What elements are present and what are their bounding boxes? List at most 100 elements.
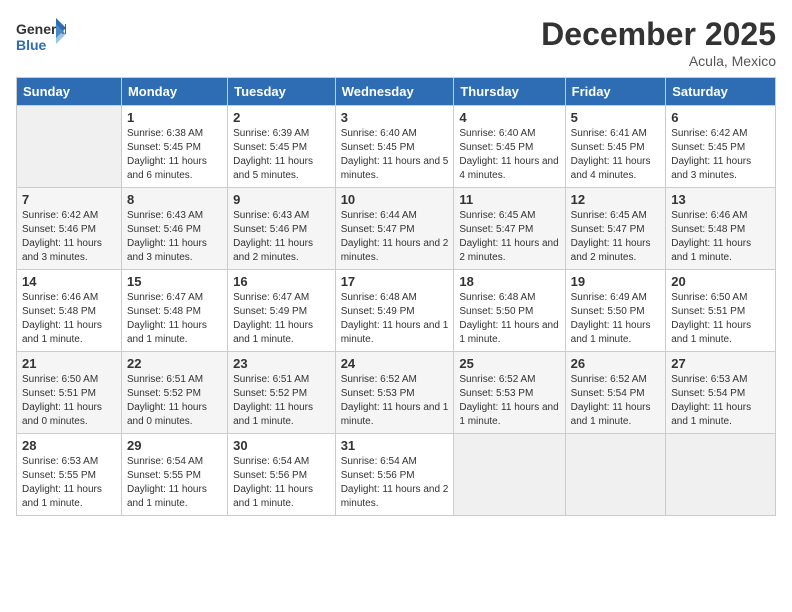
col-sunday: Sunday bbox=[17, 78, 122, 106]
calendar-cell: 17 Sunrise: 6:48 AMSunset: 5:49 PMDayligh… bbox=[335, 270, 454, 352]
calendar-cell: 10 Sunrise: 6:44 AMSunset: 5:47 PMDayligh… bbox=[335, 188, 454, 270]
day-info: Sunrise: 6:54 AMSunset: 5:56 PMDaylight:… bbox=[233, 455, 330, 511]
day-info: Sunrise: 6:51 AMSunset: 5:52 PMDaylight:… bbox=[127, 373, 222, 429]
calendar-header-row: Sunday Monday Tuesday Wednesday Thursday… bbox=[17, 78, 776, 106]
day-info: Sunrise: 6:39 AMSunset: 5:45 PMDaylight:… bbox=[233, 127, 330, 183]
day-number: 13 bbox=[671, 192, 770, 207]
day-info: Sunrise: 6:51 AMSunset: 5:52 PMDaylight:… bbox=[233, 373, 330, 429]
day-info: Sunrise: 6:46 AMSunset: 5:48 PMDaylight:… bbox=[22, 291, 116, 347]
day-number: 20 bbox=[671, 274, 770, 289]
svg-text:Blue: Blue bbox=[16, 37, 47, 53]
day-number: 26 bbox=[571, 356, 661, 371]
day-number: 21 bbox=[22, 356, 116, 371]
day-info: Sunrise: 6:38 AMSunset: 5:45 PMDaylight:… bbox=[127, 127, 222, 183]
calendar-cell bbox=[17, 106, 122, 188]
calendar-cell: 28 Sunrise: 6:53 AMSunset: 5:55 PMDayligh… bbox=[17, 434, 122, 516]
calendar-cell: 24Sunrise: 6:52 AMSunset: 5:53 PMDayligh… bbox=[335, 352, 454, 434]
day-info: Sunrise: 6:45 AMSunset: 5:47 PMDaylight:… bbox=[571, 209, 661, 265]
day-info: Sunrise: 6:45 AMSunset: 5:47 PMDaylight:… bbox=[459, 209, 559, 265]
calendar-title: December 2025 bbox=[541, 16, 776, 53]
day-info: Sunrise: 6:47 AMSunset: 5:48 PMDaylight:… bbox=[127, 291, 222, 347]
day-info: Sunrise: 6:42 AMSunset: 5:45 PMDaylight:… bbox=[671, 127, 770, 183]
calendar-cell: 2 Sunrise: 6:39 AMSunset: 5:45 PMDaylight… bbox=[228, 106, 336, 188]
day-number: 15 bbox=[127, 274, 222, 289]
day-number: 2 bbox=[233, 110, 330, 125]
day-number: 9 bbox=[233, 192, 330, 207]
calendar-week-row: 28 Sunrise: 6:53 AMSunset: 5:55 PMDayligh… bbox=[17, 434, 776, 516]
day-info: Sunrise: 6:44 AMSunset: 5:47 PMDaylight:… bbox=[341, 209, 449, 265]
day-info: Sunrise: 6:48 AMSunset: 5:50 PMDaylight:… bbox=[459, 291, 559, 347]
calendar-cell: 31 Sunrise: 6:54 AMSunset: 5:56 PMDayligh… bbox=[335, 434, 454, 516]
calendar-cell: 19 Sunrise: 6:49 AMSunset: 5:50 PMDayligh… bbox=[565, 270, 666, 352]
calendar-cell: 22 Sunrise: 6:51 AMSunset: 5:52 PMDayligh… bbox=[121, 352, 227, 434]
day-number: 1 bbox=[127, 110, 222, 125]
day-info: Sunrise: 6:43 AMSunset: 5:46 PMDaylight:… bbox=[127, 209, 222, 265]
page-header: General Blue December 2025 Acula, Mexico bbox=[16, 16, 776, 69]
day-number: 28 bbox=[22, 438, 116, 453]
day-info: Sunrise: 6:53 AMSunset: 5:54 PMDaylight:… bbox=[671, 373, 770, 429]
day-info: Sunrise: 6:52 AMSunset: 5:54 PMDaylight:… bbox=[571, 373, 661, 429]
day-number: 18 bbox=[459, 274, 559, 289]
calendar-cell: 8 Sunrise: 6:43 AMSunset: 5:46 PMDaylight… bbox=[121, 188, 227, 270]
day-info: Sunrise: 6:50 AMSunset: 5:51 PMDaylight:… bbox=[22, 373, 116, 429]
calendar-cell: 7 Sunrise: 6:42 AMSunset: 5:46 PMDaylight… bbox=[17, 188, 122, 270]
calendar-cell: 14 Sunrise: 6:46 AMSunset: 5:48 PMDayligh… bbox=[17, 270, 122, 352]
day-info: Sunrise: 6:54 AMSunset: 5:55 PMDaylight:… bbox=[127, 455, 222, 511]
day-info: Sunrise: 6:47 AMSunset: 5:49 PMDaylight:… bbox=[233, 291, 330, 347]
calendar-cell: 6Sunrise: 6:42 AMSunset: 5:45 PMDaylight… bbox=[666, 106, 776, 188]
calendar-week-row: 14 Sunrise: 6:46 AMSunset: 5:48 PMDayligh… bbox=[17, 270, 776, 352]
day-number: 29 bbox=[127, 438, 222, 453]
col-tuesday: Tuesday bbox=[228, 78, 336, 106]
day-info: Sunrise: 6:46 AMSunset: 5:48 PMDaylight:… bbox=[671, 209, 770, 265]
calendar-cell: 12Sunrise: 6:45 AMSunset: 5:47 PMDayligh… bbox=[565, 188, 666, 270]
calendar-cell: 11 Sunrise: 6:45 AMSunset: 5:47 PMDayligh… bbox=[454, 188, 565, 270]
calendar-cell: 16 Sunrise: 6:47 AMSunset: 5:49 PMDayligh… bbox=[228, 270, 336, 352]
day-info: Sunrise: 6:53 AMSunset: 5:55 PMDaylight:… bbox=[22, 455, 116, 511]
day-number: 23 bbox=[233, 356, 330, 371]
day-info: Sunrise: 6:42 AMSunset: 5:46 PMDaylight:… bbox=[22, 209, 116, 265]
day-number: 10 bbox=[341, 192, 449, 207]
calendar-week-row: 21 Sunrise: 6:50 AMSunset: 5:51 PMDayligh… bbox=[17, 352, 776, 434]
col-wednesday: Wednesday bbox=[335, 78, 454, 106]
day-info: Sunrise: 6:43 AMSunset: 5:46 PMDaylight:… bbox=[233, 209, 330, 265]
calendar-cell: 27 Sunrise: 6:53 AMSunset: 5:54 PMDayligh… bbox=[666, 352, 776, 434]
day-number: 22 bbox=[127, 356, 222, 371]
day-number: 16 bbox=[233, 274, 330, 289]
col-monday: Monday bbox=[121, 78, 227, 106]
day-number: 19 bbox=[571, 274, 661, 289]
calendar-week-row: 1 Sunrise: 6:38 AMSunset: 5:45 PMDaylight… bbox=[17, 106, 776, 188]
day-number: 5 bbox=[571, 110, 661, 125]
day-number: 27 bbox=[671, 356, 770, 371]
calendar-cell: 25Sunrise: 6:52 AMSunset: 5:53 PMDayligh… bbox=[454, 352, 565, 434]
day-info: Sunrise: 6:54 AMSunset: 5:56 PMDaylight:… bbox=[341, 455, 449, 511]
calendar-cell: 15 Sunrise: 6:47 AMSunset: 5:48 PMDayligh… bbox=[121, 270, 227, 352]
day-number: 24 bbox=[341, 356, 449, 371]
day-number: 31 bbox=[341, 438, 449, 453]
calendar-cell: 5 Sunrise: 6:41 AMSunset: 5:45 PMDaylight… bbox=[565, 106, 666, 188]
col-friday: Friday bbox=[565, 78, 666, 106]
calendar-cell: 21 Sunrise: 6:50 AMSunset: 5:51 PMDayligh… bbox=[17, 352, 122, 434]
day-info: Sunrise: 6:41 AMSunset: 5:45 PMDaylight:… bbox=[571, 127, 661, 183]
day-info: Sunrise: 6:40 AMSunset: 5:45 PMDaylight:… bbox=[459, 127, 559, 183]
day-number: 11 bbox=[459, 192, 559, 207]
calendar-subtitle: Acula, Mexico bbox=[541, 53, 776, 69]
day-number: 8 bbox=[127, 192, 222, 207]
day-info: Sunrise: 6:49 AMSunset: 5:50 PMDaylight:… bbox=[571, 291, 661, 347]
calendar-cell: 1 Sunrise: 6:38 AMSunset: 5:45 PMDaylight… bbox=[121, 106, 227, 188]
calendar-cell bbox=[565, 434, 666, 516]
calendar-cell bbox=[666, 434, 776, 516]
day-number: 14 bbox=[22, 274, 116, 289]
logo: General Blue bbox=[16, 16, 66, 63]
calendar-cell: 13 Sunrise: 6:46 AMSunset: 5:48 PMDayligh… bbox=[666, 188, 776, 270]
day-number: 30 bbox=[233, 438, 330, 453]
calendar-cell: 18 Sunrise: 6:48 AMSunset: 5:50 PMDayligh… bbox=[454, 270, 565, 352]
calendar-week-row: 7 Sunrise: 6:42 AMSunset: 5:46 PMDaylight… bbox=[17, 188, 776, 270]
day-info: Sunrise: 6:48 AMSunset: 5:49 PMDaylight:… bbox=[341, 291, 449, 347]
calendar-cell: 30 Sunrise: 6:54 AMSunset: 5:56 PMDayligh… bbox=[228, 434, 336, 516]
day-number: 4 bbox=[459, 110, 559, 125]
day-number: 7 bbox=[22, 192, 116, 207]
day-number: 17 bbox=[341, 274, 449, 289]
col-saturday: Saturday bbox=[666, 78, 776, 106]
day-info: Sunrise: 6:50 AMSunset: 5:51 PMDaylight:… bbox=[671, 291, 770, 347]
calendar-cell: 20 Sunrise: 6:50 AMSunset: 5:51 PMDayligh… bbox=[666, 270, 776, 352]
